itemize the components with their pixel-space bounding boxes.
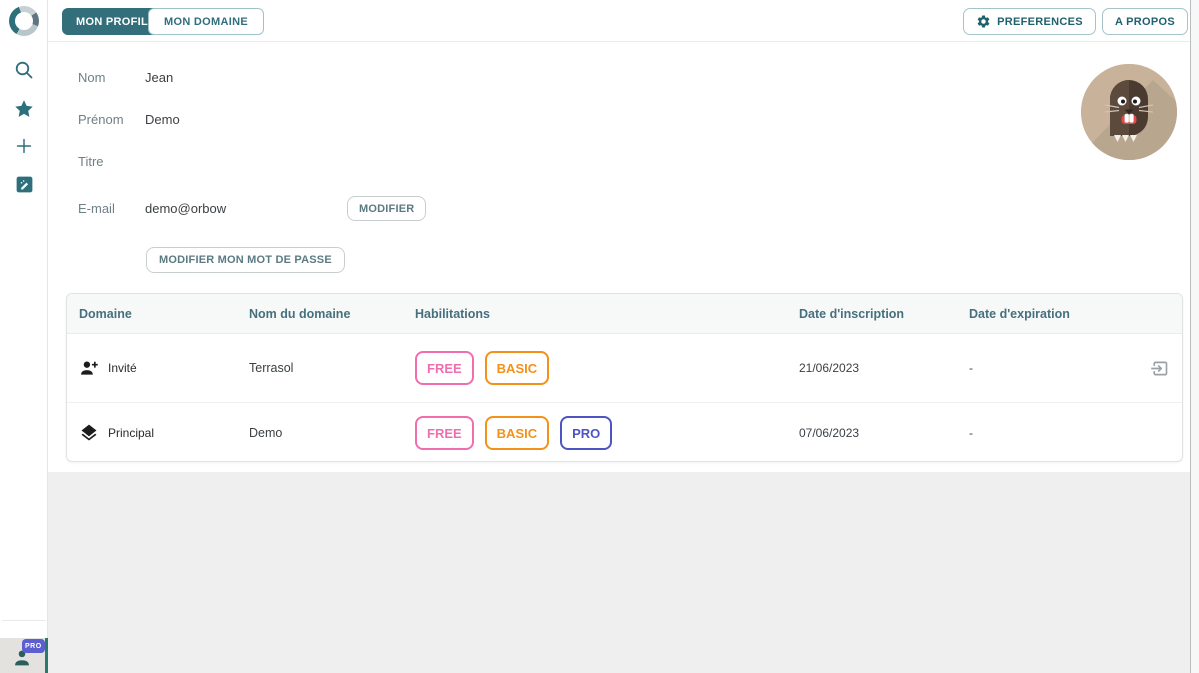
badge-basic[interactable]: BASIC <box>485 351 549 385</box>
expiration-date: - <box>969 426 973 440</box>
current-user-button[interactable]: PRO <box>0 638 48 673</box>
about-label: A PROPOS <box>1115 16 1175 28</box>
domain-role-label: Invité <box>108 361 137 375</box>
expiration-date: - <box>969 361 973 375</box>
table-row: Invité Terrasol FREE BASIC 21/06/2023 - <box>67 334 1182 402</box>
preferences-button[interactable]: PREFERENCES <box>963 8 1096 35</box>
domains-table-body: InvitéTerrasolFREEBASIC21/06/2023-Princi… <box>67 334 1182 462</box>
enter-domain-icon[interactable] <box>1149 358 1170 379</box>
vertical-scrollbar[interactable] <box>1190 0 1199 673</box>
about-button[interactable]: A PROPOS <box>1102 8 1188 35</box>
sidebar-divider <box>2 620 46 621</box>
field-value-email: demo@orbow <box>145 201 226 216</box>
app-logo-icon[interactable] <box>9 6 39 36</box>
person-add-icon <box>79 358 99 378</box>
badge-basic[interactable]: BASIC <box>485 416 549 450</box>
star-icon[interactable] <box>0 98 48 120</box>
header-domaine: Domaine <box>79 307 132 321</box>
badge-free[interactable]: FREE <box>415 351 474 385</box>
layers-icon <box>79 423 99 443</box>
badge-free[interactable]: FREE <box>415 416 474 450</box>
field-label-nom: Nom <box>78 70 105 85</box>
user-plan-badge: PRO <box>22 639 45 653</box>
header-date-expiration: Date d'expiration <box>969 307 1070 321</box>
gear-icon <box>976 14 991 29</box>
header-nom-domaine: Nom du domaine <box>249 307 350 321</box>
field-label-prenom: Prénom <box>78 112 124 127</box>
topbar: MON PROFIL MON DOMAINE PREFERENCES A PRO… <box>48 0 1190 42</box>
sidebar: PRO <box>0 0 48 673</box>
avatar[interactable] <box>1081 64 1177 160</box>
domain-name: Demo <box>249 426 282 440</box>
profile-panel: Nom Jean Prénom Demo Titre E-mail demo@o… <box>48 42 1190 472</box>
preferences-label: PREFERENCES <box>997 16 1083 28</box>
domains-table: Domaine Nom du domaine Habilitations Dat… <box>66 293 1183 462</box>
edit-note-icon[interactable] <box>0 174 48 195</box>
field-label-titre: Titre <box>78 154 104 169</box>
habilitations-cell: FREE BASIC <box>403 351 787 385</box>
header-date-inscription: Date d'inscription <box>799 307 904 321</box>
field-value-prenom: Demo <box>145 112 180 127</box>
badge-pro[interactable]: PRO <box>560 416 612 450</box>
inscription-date: 21/06/2023 <box>799 361 859 375</box>
inscription-date: 07/06/2023 <box>799 426 859 440</box>
search-icon[interactable] <box>0 58 48 82</box>
header-habilitations: Habilitations <box>415 307 490 321</box>
domain-role-label: Principal <box>108 426 154 440</box>
field-value-nom: Jean <box>145 70 173 85</box>
tab-mon-domaine[interactable]: MON DOMAINE <box>148 8 264 35</box>
domain-name: Terrasol <box>249 361 293 375</box>
topbar-actions: PREFERENCES A PROPOS <box>963 8 1188 35</box>
change-password-button[interactable]: MODIFIER MON MOT DE PASSE <box>146 247 345 273</box>
modify-email-button[interactable]: MODIFIER <box>347 196 426 221</box>
plus-icon[interactable] <box>0 135 48 157</box>
field-label-email: E-mail <box>78 201 115 216</box>
domains-table-header: Domaine Nom du domaine Habilitations Dat… <box>67 294 1182 334</box>
table-row: Principal Demo FREE BASIC PRO 07/06/2023 - <box>67 402 1182 462</box>
habilitations-cell: FREE BASIC PRO <box>403 416 787 450</box>
